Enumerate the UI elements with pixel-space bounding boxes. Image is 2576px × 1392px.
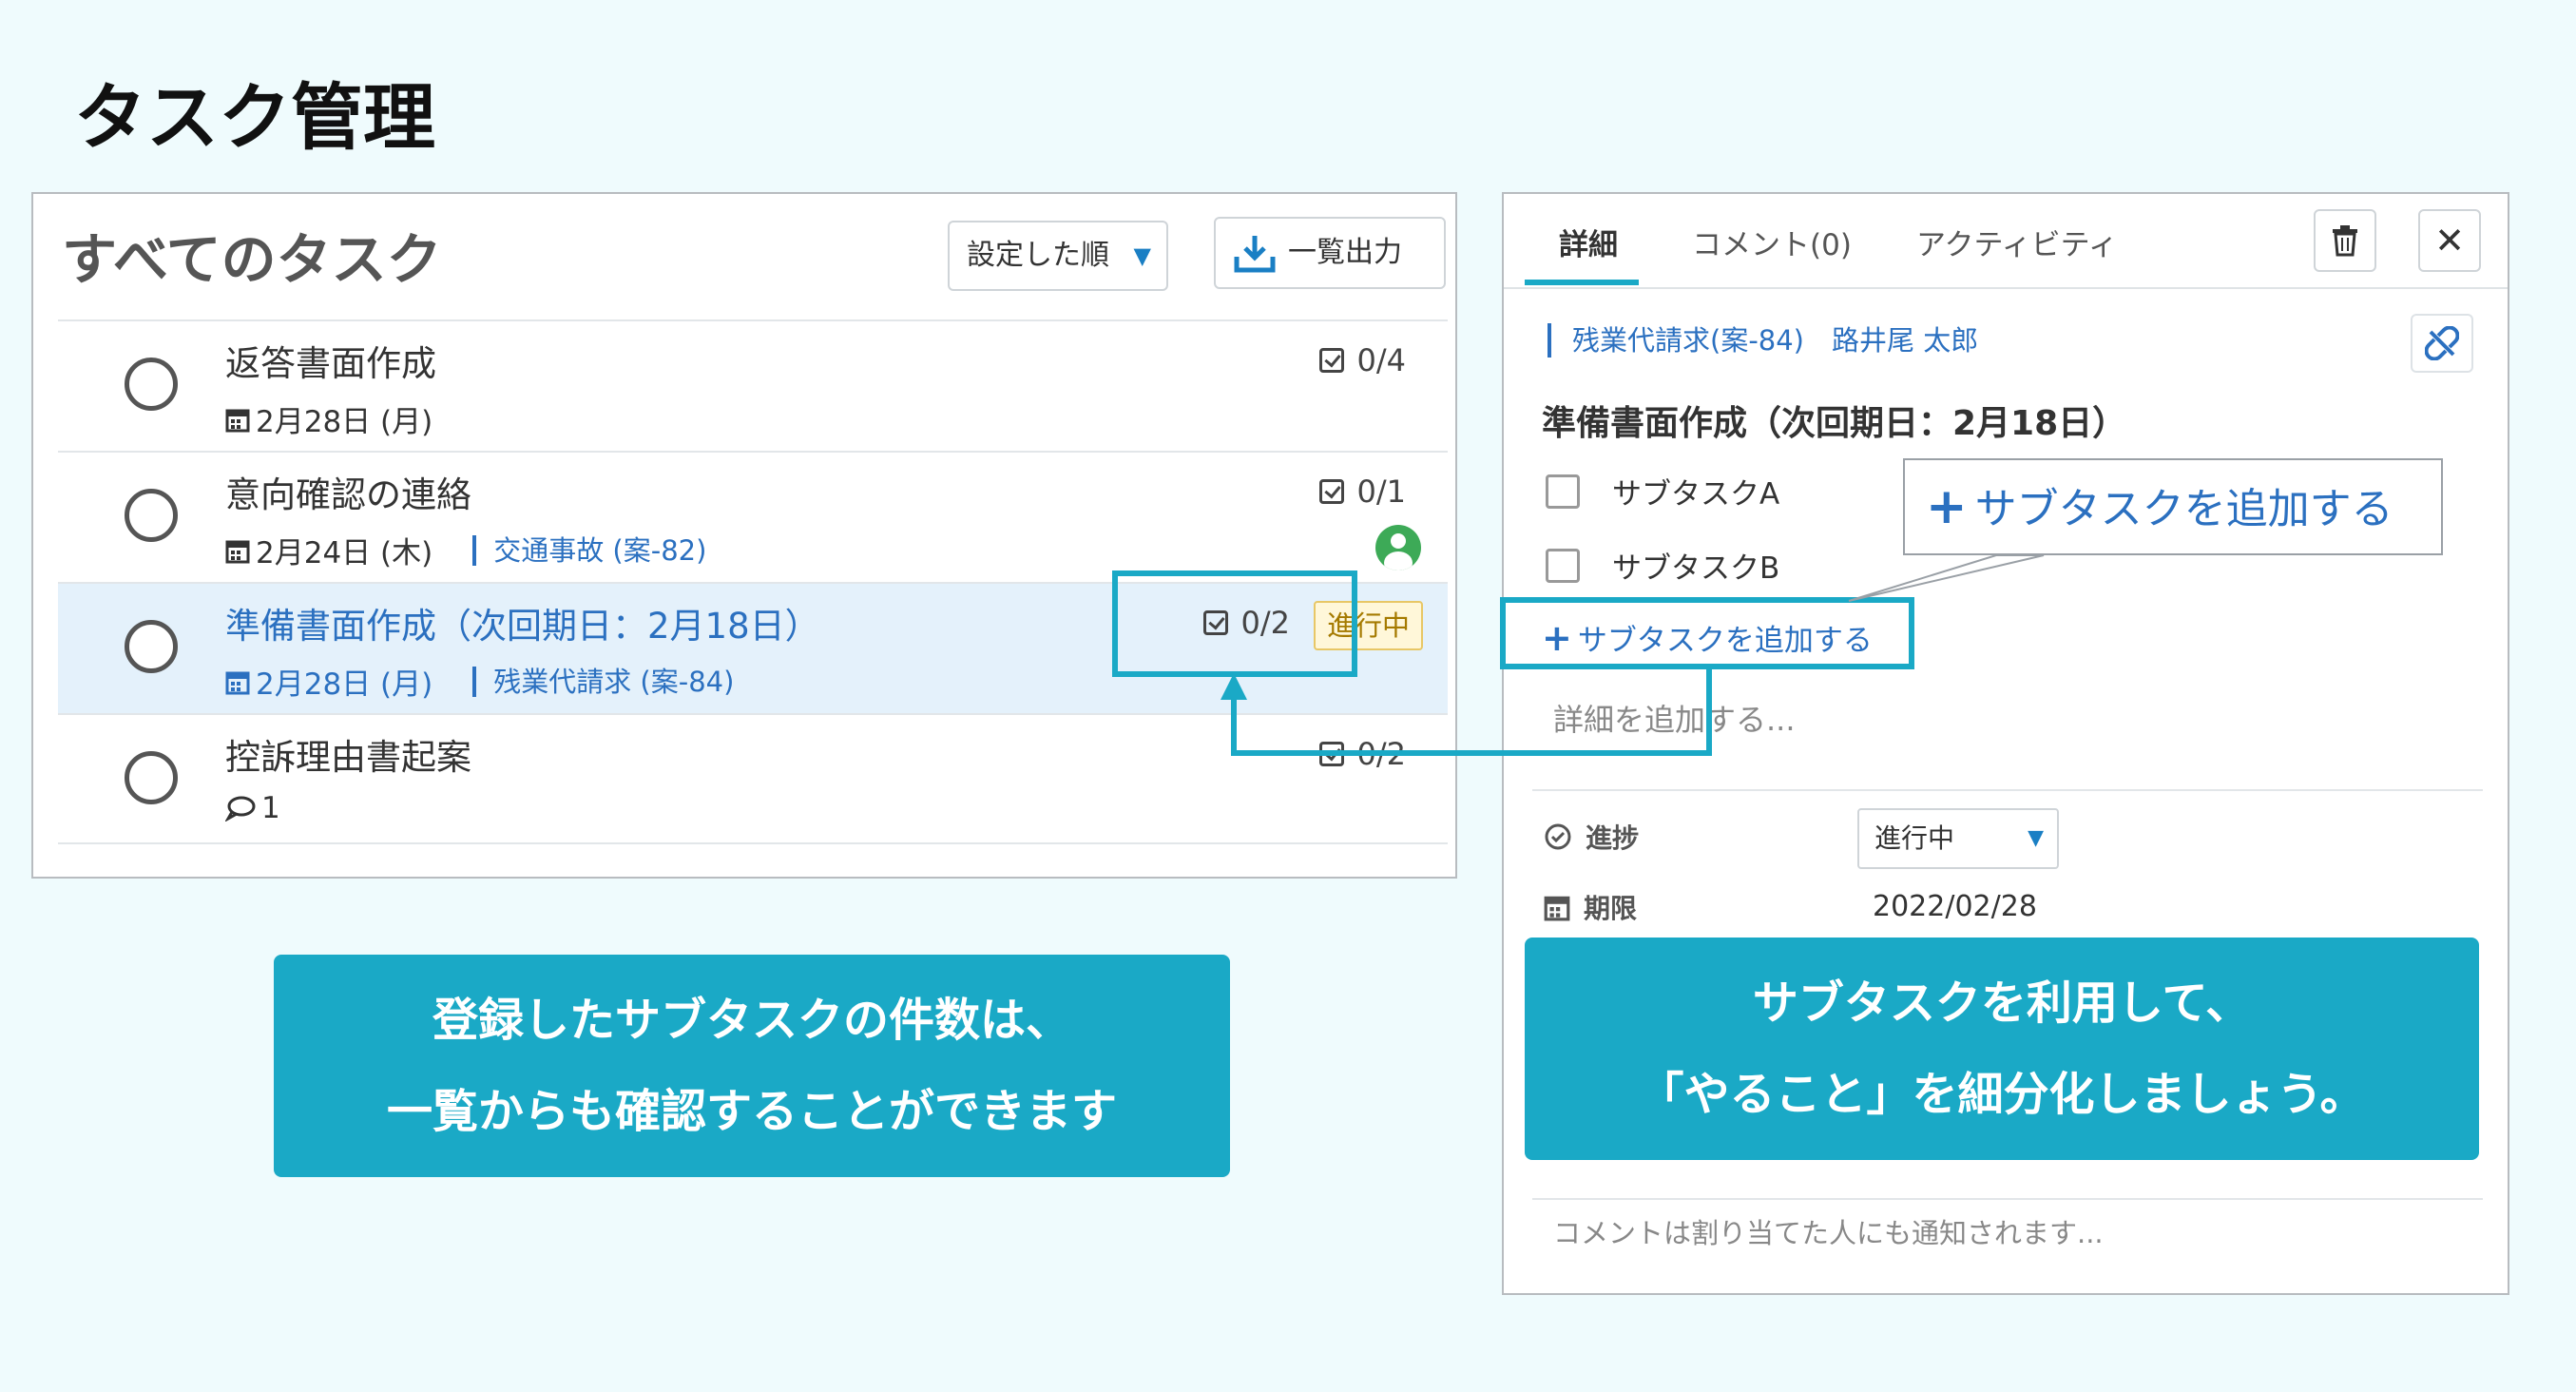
task-list-panel: すべてのタスク 設定した順 ▼ 一覧出力 返答書面作成 2月28日 (月) 0/… <box>31 192 1457 879</box>
calendar-icon <box>225 540 250 563</box>
subtask-label: サブタスクB <box>1612 551 1780 586</box>
task-row[interactable]: 意向確認の連絡 2月24日 (木) 交通事故 (案-82) 0/1 <box>58 451 1448 582</box>
due-label: 期限 <box>1584 893 1638 924</box>
task-name[interactable]: 準備書面作成（次回期日：2月18日） <box>225 597 820 648</box>
progress-select[interactable]: 進行中 ▼ <box>1857 808 2059 869</box>
tab-details[interactable]: 詳細 <box>1559 221 1618 263</box>
task-meta: 2月24日 (木) 交通事故 (案-82) <box>225 529 706 571</box>
comment-count: 1 <box>261 791 280 825</box>
chevron-down-icon: ▼ <box>2028 826 2044 850</box>
checkbox-icon <box>1318 479 1344 504</box>
subtask-item[interactable]: サブタスクA <box>1546 470 1779 512</box>
task-meta: 2月28日 (月) <box>225 397 433 440</box>
progress-label: 進捗 <box>1586 822 1640 854</box>
calendar-icon <box>1544 896 1570 921</box>
task-complete-toggle[interactable] <box>125 620 178 673</box>
task-name[interactable]: 控訴理由書起案 <box>225 728 471 780</box>
task-name[interactable]: 返答書面作成 <box>225 335 436 386</box>
zoomed-add-subtask: + サブタスクを追加する <box>1903 458 2443 555</box>
subtask-checkbox[interactable] <box>1546 548 1580 583</box>
check-circle-icon <box>1545 823 1571 850</box>
subtask-checkbox[interactable] <box>1546 474 1580 509</box>
subtask-count: 0/1 <box>1318 474 1407 510</box>
subtask-label: サブタスクA <box>1612 477 1780 512</box>
task-meta: 1 <box>225 791 280 825</box>
highlight-subtask-count <box>1112 570 1357 677</box>
checkbox-icon <box>1318 348 1344 373</box>
progress-field-label: 進捗 <box>1544 818 1639 856</box>
highlight-add-subtask <box>1500 597 1914 669</box>
due-date-value[interactable]: 2022/02/28 <box>1873 890 2037 923</box>
sort-order-label: 設定した順 <box>967 239 1109 272</box>
progress-value: 進行中 <box>1874 822 1955 854</box>
subtask-count: 0/4 <box>1318 342 1407 378</box>
tab-comments[interactable]: コメント(0) <box>1692 221 1852 263</box>
chevron-down-icon: ▼ <box>1133 242 1151 269</box>
comment-input[interactable]: コメントは割り当てた人にも通知されます... <box>1553 1211 2104 1251</box>
callout-right-line2: 「やること」を細分化しましょう。 <box>1638 1068 2366 1121</box>
plus-icon: + <box>1926 478 1968 535</box>
callout-left-line2: 一覧からも確認することができます <box>386 1085 1117 1138</box>
close-button[interactable]: ✕ <box>2418 209 2481 272</box>
subtask-count: 0/2 <box>1318 736 1407 772</box>
zoomed-add-subtask-label: サブタスクを追加する <box>1974 485 2393 533</box>
delete-button[interactable] <box>2314 209 2376 272</box>
task-row[interactable]: 控訴理由書起案 1 0/2 <box>58 713 1448 844</box>
subtask-count-value: 0/4 <box>1356 342 1407 378</box>
task-meta: 2月28日 (月) 残業代請求 (案-84) <box>225 660 734 703</box>
callout-banner-right: サブタスクを利用して、 「やること」を細分化しましょう。 <box>1525 938 2479 1160</box>
divider <box>1532 1198 2483 1200</box>
active-tab-indicator <box>1525 280 1639 285</box>
case-link[interactable]: 残業代請求 (案-84) <box>472 666 734 697</box>
details-input[interactable]: 詳細を追加する... <box>1553 696 1796 740</box>
callout-banner-left: 登録したサブタスクの件数は、 一覧からも確認することができます <box>274 955 1230 1177</box>
case-breadcrumb[interactable]: 残業代請求(案-84) 路井尾 太郎 <box>1548 323 1978 358</box>
trash-icon <box>2333 225 2357 257</box>
task-due-date: 2月28日 (月) <box>256 667 433 702</box>
task-complete-toggle[interactable] <box>125 751 178 804</box>
task-due-date: 2月24日 (木) <box>256 536 433 570</box>
subtask-count-value: 0/2 <box>1356 736 1407 772</box>
page-title: タスク管理 <box>74 75 435 160</box>
unlink-icon <box>2425 326 2459 360</box>
task-list-title: すべてのタスク <box>62 227 442 292</box>
export-list-label: 一覧出力 <box>1288 236 1402 269</box>
task-name[interactable]: 意向確認の連絡 <box>225 466 471 517</box>
subtask-item[interactable]: サブタスクB <box>1546 544 1779 587</box>
comment-icon <box>225 796 256 822</box>
tab-activity[interactable]: アクティビティ <box>1916 221 2118 263</box>
due-field-label: 期限 <box>1544 888 1637 926</box>
export-list-button[interactable]: 一覧出力 <box>1214 217 1446 289</box>
download-icon <box>1234 236 1276 273</box>
detail-tabs: 詳細 コメント(0) アクティビティ ✕ <box>1504 194 2508 289</box>
task-due-date: 2月28日 (月) <box>256 405 433 439</box>
case-link[interactable]: 交通事故 (案-82) <box>472 534 706 566</box>
task-complete-toggle[interactable] <box>125 358 178 411</box>
subtask-count-value: 0/1 <box>1356 474 1407 510</box>
callout-right-line1: サブタスクを利用して、 <box>1752 976 2252 1030</box>
task-row[interactable]: 返答書面作成 2月28日 (月) 0/4 <box>58 319 1448 451</box>
checkbox-icon <box>1318 742 1344 766</box>
calendar-icon <box>225 409 250 432</box>
task-complete-toggle[interactable] <box>125 489 178 542</box>
close-icon: ✕ <box>2434 220 2465 261</box>
sort-order-select[interactable]: 設定した順 ▼ <box>948 221 1168 291</box>
avatar[interactable] <box>1375 525 1421 570</box>
detail-task-title[interactable]: 準備書面作成（次回期日：2月18日） <box>1542 396 2126 445</box>
divider <box>1532 789 2483 791</box>
calendar-icon <box>225 671 250 694</box>
unlink-button[interactable] <box>2411 314 2473 373</box>
callout-left-line1: 登録したサブタスクの件数は、 <box>432 994 1071 1047</box>
